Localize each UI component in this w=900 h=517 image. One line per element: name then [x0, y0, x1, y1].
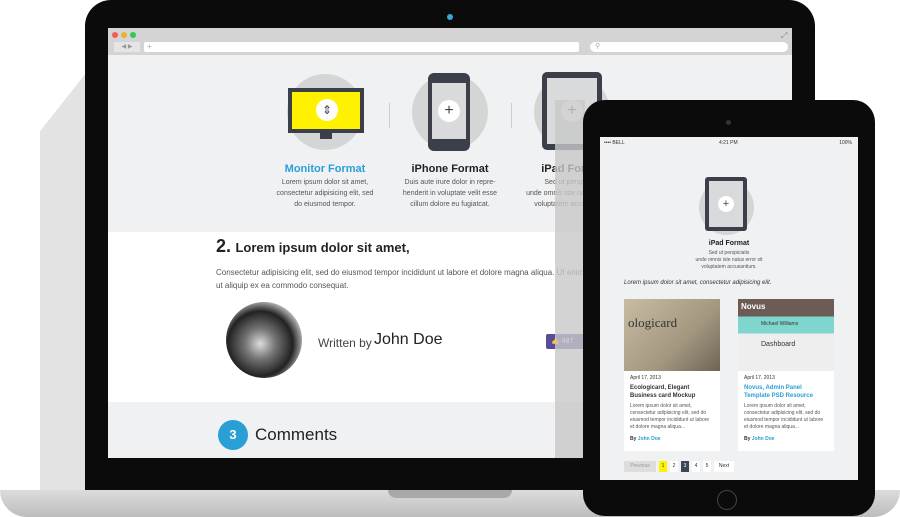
intro-text: Lorem ipsum dolor sit amet, consectetur … — [624, 280, 772, 286]
laptop-notch — [388, 490, 512, 498]
card-author: John Doe — [751, 436, 775, 442]
monitor-stand — [320, 133, 332, 139]
divider — [389, 103, 390, 128]
tablet-screen: •••• BELL 4:21 PM 100% + iPad Format Sed… — [600, 137, 858, 480]
feature-title: iPad Format — [708, 240, 750, 247]
written-by-label: Written by — [318, 336, 372, 350]
monitor-icon: ⇕ — [288, 88, 364, 133]
pagination-page[interactable]: 4 — [692, 461, 700, 472]
post-card[interactable]: Novus Michael Williams Dashboard April 1… — [738, 299, 834, 451]
plus-icon: + — [438, 100, 460, 122]
search-bar[interactable]: ⚲ — [590, 42, 788, 52]
resize-icon: ⇕ — [316, 99, 338, 121]
pagination-previous[interactable]: Previous — [624, 461, 656, 472]
pagination-page[interactable]: 5 — [703, 461, 711, 472]
pagination-page[interactable]: 1 — [659, 461, 667, 472]
maximize-dot[interactable] — [130, 32, 136, 38]
post-card[interactable]: ologicard April 17, 2013 Ecologicard, El… — [624, 299, 720, 451]
article-heading: 2. Lorem ipsum dolor sit amet, — [216, 236, 410, 256]
card-excerpt: Lorem ipsum dolor sit amet, consectetur … — [744, 403, 824, 430]
card-title: Novus, Admin Panel Template PSD Resource — [744, 385, 813, 399]
close-dot[interactable] — [112, 32, 118, 38]
search-icon: ⚲ — [595, 43, 601, 50]
comments-heading: Comments — [255, 425, 338, 444]
browser-chrome: ◀ ▶ + ⚲ ⤢ — [108, 28, 792, 55]
fullscreen-icon[interactable]: ⤢ — [781, 31, 787, 41]
address-bar[interactable]: + — [144, 42, 579, 52]
camera — [447, 14, 453, 20]
author-avatar — [226, 302, 302, 378]
card-author: John Doe — [637, 436, 661, 442]
tablet-camera — [726, 120, 731, 125]
author-name[interactable]: John Doe — [374, 331, 443, 349]
plus-icon: + — [718, 196, 734, 212]
home-button[interactable] — [717, 490, 737, 510]
tablet-shadow — [555, 100, 585, 458]
card-date: April 17, 2013 — [744, 375, 775, 381]
pagination-page[interactable]: 2 — [670, 461, 678, 472]
feature-desc: Sed ut perspiciatisunde omnis iste natus… — [695, 250, 763, 270]
iphone-icon: + — [428, 73, 470, 151]
status-bar: •••• BELL 4:21 PM 100% — [604, 140, 852, 146]
card-date: April 17, 2013 — [630, 375, 661, 381]
minimize-dot[interactable] — [121, 32, 127, 38]
ipad-icon: + — [705, 177, 747, 231]
back-forward-buttons[interactable]: ◀ ▶ — [114, 42, 140, 52]
card-image: ologicard — [624, 299, 720, 371]
card-excerpt: Lorem ipsum dolor sit amet, consectetur … — [630, 403, 710, 430]
pagination-next[interactable]: Next — [714, 461, 734, 472]
card-title: Ecologicard, Elegant Business card Mocku… — [630, 385, 696, 399]
divider — [511, 103, 512, 128]
card-image: Novus Michael Williams Dashboard — [738, 299, 834, 371]
pagination-page[interactable]: 3 — [681, 461, 689, 472]
comment-count-badge: 3 — [218, 420, 248, 450]
